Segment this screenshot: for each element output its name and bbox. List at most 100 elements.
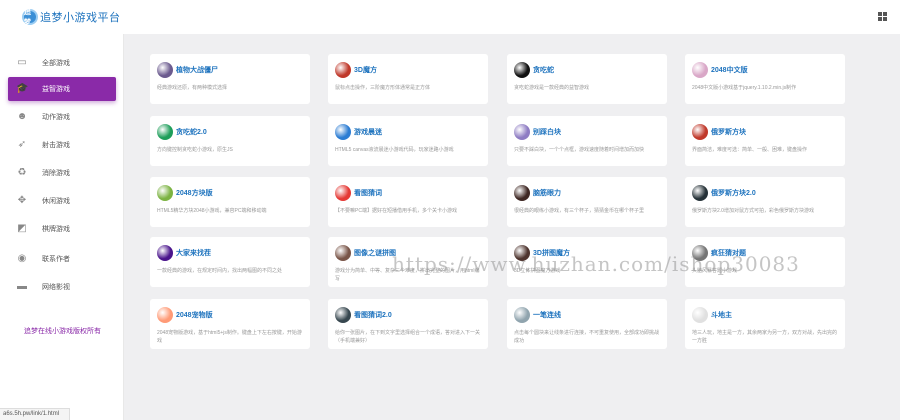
sidebar-item-label: 益智游戏 (42, 86, 70, 93)
game-title[interactable]: 植物大战僵尸 (176, 65, 218, 75)
puzzle-piece-icon: ◩ (17, 223, 27, 234)
top-bar: 追梦 追梦小游戏平台 (0, 0, 900, 34)
game-card[interactable]: 看图猜词2.0 给你一张图片，在下到文字里选择组合一个成语，答对进入下一关（手机端… (328, 299, 488, 349)
sidebar-item[interactable]: ➶ 射击游戏 (8, 133, 116, 157)
game-description: 头脑风暴答题小游戏 (692, 268, 738, 274)
sidebar-item[interactable]: ♻ 消除游戏 (8, 161, 116, 185)
game-title[interactable]: 游戏晨迷 (354, 127, 382, 137)
game-description: 鼠标点击操作，三阶魔方形体通常是正方体 (335, 85, 431, 91)
game-title[interactable]: 看图猜词 (354, 188, 382, 198)
brand[interactable]: 追梦 追梦小游戏平台 (22, 7, 121, 27)
game-card[interactable]: 大家来找茬一款经典的游戏，在规定时间内，找出两幅图的不同之处 (150, 237, 310, 287)
game-description: 一款经典的游戏，在规定时间内，找出两幅图的不同之处 (157, 268, 283, 274)
game-description: 2048宠物版游戏，基于html5+js制作。键盘上下左右按键，开始游戏 (157, 330, 302, 344)
sidebar-item-label: 联系作者 (42, 256, 70, 263)
user-icon: ◉ (17, 253, 27, 264)
sidebar-item-label: 射击游戏 (42, 142, 70, 149)
sidebar-item[interactable]: ✥ 休闲游戏 (8, 189, 116, 213)
brand-logo: 追梦 (22, 9, 38, 26)
sidebar-item[interactable]: ☻ 动作游戏 (8, 105, 116, 129)
game-description: 方向键控制贪吃蛇小游戏，原生JS (157, 147, 233, 153)
sidebar-item[interactable]: ◉ 联系作者 (8, 247, 116, 271)
sidebar-item-label: 全部游戏 (42, 60, 70, 67)
game-title[interactable]: 2048中文版 (711, 65, 748, 75)
game-card[interactable]: 贪吃蛇2.0 方向键控制贪吃蛇小游戏，原生JS (150, 116, 310, 166)
3d-puzzle-icon (514, 245, 530, 261)
windows-icon[interactable] (878, 12, 888, 22)
game-title[interactable]: 图像之谜拼图 (354, 248, 396, 258)
game-description: 2048中文版小游戏基于jquery.1.10.2.min.js制作 (692, 85, 797, 91)
game-title[interactable]: 疯狂猜对题 (711, 248, 746, 258)
game-card[interactable]: 脑筋眼力很经典的眼练小游戏，有三个杯子，猜猜金币在哪个杯子里 (507, 177, 667, 227)
game-card[interactable]: 俄罗斯方块 界面简洁，难度可选：简单、一般、困难，键盘操作 (685, 116, 845, 166)
sidebar-item-label: 消除游戏 (42, 170, 70, 177)
game-title[interactable]: 贪吃蛇 (533, 65, 554, 75)
game-description: 经典游戏还原，有两种模式选择 (157, 85, 228, 91)
sidebar-item[interactable]: ◩ 棋牌游戏 (8, 217, 116, 241)
copyright-text: 追梦在线小游戏版权所有 (24, 328, 101, 335)
game-description: 地三人玩，地主是一方，其余两家为另一方，双方对战，先出完的一方胜 (692, 330, 838, 344)
status-url: a6s.5h.pw/link/1.html (0, 408, 70, 420)
game-title[interactable]: 俄罗斯方块2.0 (711, 188, 756, 198)
game-title[interactable]: 2048方块版 (176, 188, 213, 198)
sidebar-item-label: 棋牌游戏 (42, 226, 70, 233)
maze-game-icon (335, 124, 351, 140)
tetris-2-icon (692, 185, 708, 201)
2048-block-icon (157, 185, 173, 201)
recycle-icon: ♻ (17, 167, 27, 178)
rocket-icon: ➶ (17, 139, 27, 150)
game-card[interactable]: 3D拼图魔方 3D立体拼图魔方游戏 (507, 237, 667, 287)
tetris-icon (692, 124, 708, 140)
game-card[interactable]: 俄罗斯方块2.0 俄罗斯方块2.0增加对鼠方式可拍，彩色俄罗斯方块游戏 (685, 177, 845, 227)
game-title[interactable]: 斗地主 (711, 310, 732, 320)
game-title[interactable]: 大家来找茬 (176, 248, 211, 258)
brand-name: 追梦小游戏平台 (40, 12, 121, 24)
game-title[interactable]: 2048宠物版 (176, 310, 213, 320)
game-title[interactable]: 一笔连线 (533, 310, 561, 320)
game-description: HTML5精华方块2048小游戏，兼容PC端和移动端 (157, 208, 267, 214)
game-card[interactable]: 2048方块版 HTML5精华方块2048小游戏，兼容PC端和移动端 (150, 177, 310, 227)
graduation-cap-icon: 🎓 (16, 83, 29, 94)
laptop-icon: ▬ (17, 281, 27, 292)
game-card[interactable]: 3D魔方鼠标点击操作，三阶魔方形体通常是正方体 (328, 54, 488, 104)
game-card[interactable]: 2048宠物版 2048宠物版游戏，基于html5+js制作。键盘上下左右按键，开… (150, 299, 310, 349)
sidebar: 追梦在线小游戏版权所有 ▭ 全部游戏 🎓 益智游戏 ☻ 动作游戏 ➶ 射击游戏 ♻ 消除游戏 ✥ 休闲… (0, 34, 124, 420)
rubiks-cube-icon (335, 62, 351, 78)
game-description: 点击每个圆块来让线条进行连接，不可重复使用，全部成功即挑战成功 (514, 330, 660, 344)
sidebar-item[interactable]: ▭ 全部游戏 (8, 51, 116, 75)
game-description: 很经典的眼练小游戏，有三个杯子，猜猜金币在哪个杯子里 (514, 208, 645, 214)
game-title[interactable]: 俄罗斯方块 (711, 127, 746, 137)
game-card[interactable]: 看图猜词 【不要嘛PC端】据好在短播借用手机，多个关卡小游戏 (328, 177, 488, 227)
game-card[interactable]: 一笔连线点击每个圆块来让线条进行连接，不可重复使用，全部成功即挑战成功 (507, 299, 667, 349)
game-title[interactable]: 贪吃蛇2.0 (176, 127, 207, 137)
game-description: 3D立体拼图魔方游戏 (514, 268, 561, 274)
game-title[interactable]: 脑筋眼力 (533, 188, 561, 198)
sidebar-item[interactable]: ▬ 网络影视 (8, 275, 116, 299)
quiz-icon (692, 245, 708, 261)
dont-tap-white-icon (514, 124, 530, 140)
game-grid: 植物大战僵尸经典游戏还原，有两种模式选择 3D魔方鼠标点击操作，三阶魔方形体通常是… (124, 34, 900, 420)
game-card[interactable]: 2048中文版 2048中文版小游戏基于jquery.1.10.2.min.js制… (685, 54, 845, 104)
game-card[interactable]: 植物大战僵尸经典游戏还原，有两种模式选择 (150, 54, 310, 104)
game-card[interactable]: 贪吃蛇 贪吃蛇游戏是一款经典的益智游戏 (507, 54, 667, 104)
expand-arrows-icon: ✥ (17, 195, 27, 206)
guess-word-icon (335, 185, 351, 201)
game-card[interactable]: 别踩白块 只要不踩白块，一个个点框，游戏速度随着时间增加而加快 (507, 116, 667, 166)
sidebar-item[interactable]: 🎓 益智游戏 (8, 77, 116, 101)
snake-icon (514, 62, 530, 78)
reddit-icon: ☻ (16, 111, 28, 122)
game-description: 俄罗斯方块2.0增加对鼠方式可拍，彩色俄罗斯方块游戏 (692, 208, 814, 214)
game-description: 给你一张图片，在下到文字里选择组合一个成语，答对进入下一关（手机端兼好） (335, 330, 481, 344)
guess-word-2-icon (335, 307, 351, 323)
game-description: HTML5 canvas液流晨迷小游戏代码，玩家迷路小游戏 (335, 147, 454, 153)
game-title[interactable]: 3D魔方 (354, 65, 377, 75)
game-card[interactable]: 游戏晨迷 HTML5 canvas液流晨迷小游戏代码，玩家迷路小游戏 (328, 116, 488, 166)
2048-pet-icon (157, 307, 173, 323)
jigsaw-icon (335, 245, 351, 261)
game-card[interactable]: 图像之谜拼图 游戏分为简单、中等、复杂三个难度，拼出完整的图片，用html编写 (328, 237, 488, 287)
game-card[interactable]: 疯狂猜对题头脑风暴答题小游戏 (685, 237, 845, 287)
game-title[interactable]: 看图猜词2.0 (354, 310, 392, 320)
game-title[interactable]: 别踩白块 (533, 127, 561, 137)
game-title[interactable]: 3D拼图魔方 (533, 248, 570, 258)
game-card[interactable]: 斗地主地三人玩，地主是一方，其余两家为另一方，双方对战，先出完的一方胜 (685, 299, 845, 349)
